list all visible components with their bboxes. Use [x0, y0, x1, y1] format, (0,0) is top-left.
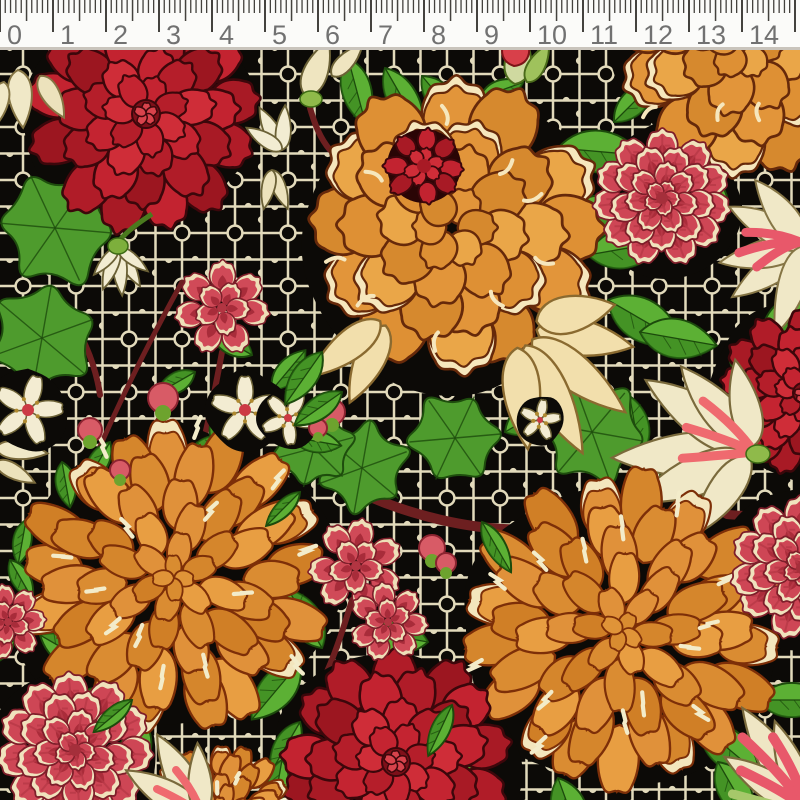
svg-text:8: 8: [431, 20, 446, 50]
svg-text:0: 0: [7, 20, 22, 50]
svg-text:12: 12: [643, 20, 673, 50]
svg-text:1: 1: [60, 20, 75, 50]
svg-text:10: 10: [537, 20, 567, 50]
svg-text:14: 14: [749, 20, 779, 50]
svg-text:11: 11: [590, 20, 618, 50]
svg-text:7: 7: [378, 20, 393, 50]
svg-text:2: 2: [113, 20, 128, 50]
svg-text:5: 5: [272, 20, 287, 50]
svg-text:6: 6: [325, 20, 340, 50]
svg-text:4: 4: [219, 20, 234, 50]
svg-text:13: 13: [696, 20, 726, 50]
svg-text:9: 9: [484, 20, 499, 50]
svg-text:3: 3: [166, 20, 181, 50]
